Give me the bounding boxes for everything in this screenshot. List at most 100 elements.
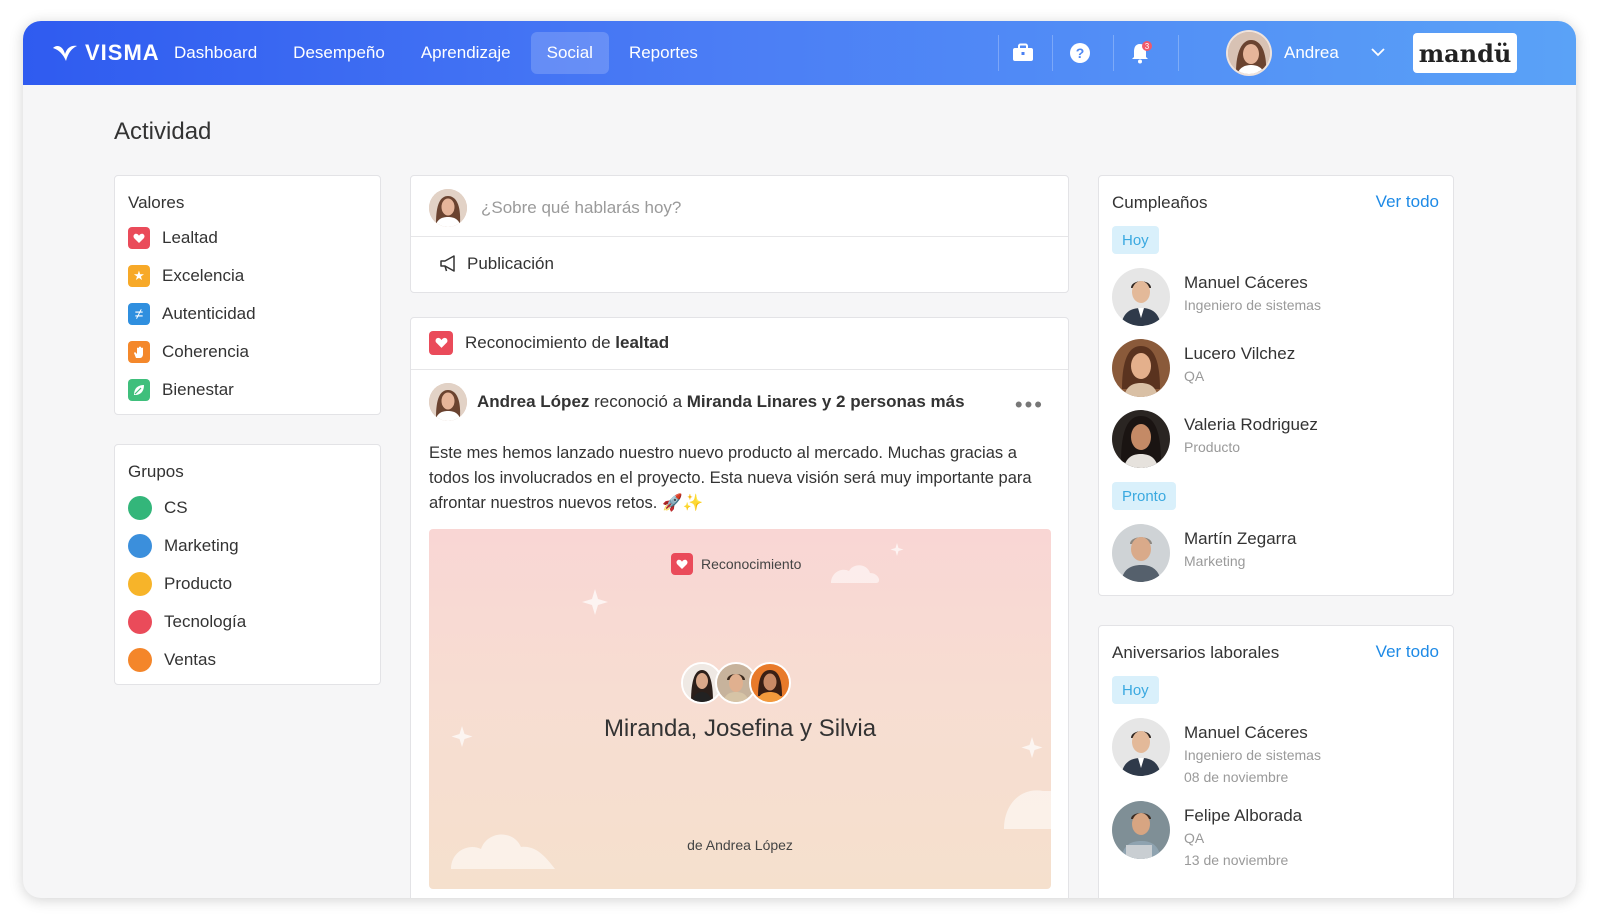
visma-logo[interactable]: VISMA: [51, 40, 160, 66]
recognition-recipients: Miranda, Josefina y Silvia: [603, 715, 877, 742]
nav-reportes[interactable]: Reportes: [613, 32, 714, 74]
notifications-button[interactable]: 3: [1117, 32, 1165, 74]
decor-clouds-sparkles: [451, 543, 1051, 869]
publicacion-label: Publicación: [467, 254, 554, 273]
grupos-title: Grupos: [128, 462, 184, 481]
group-dot-icon: [128, 610, 152, 634]
avatar: [1112, 718, 1170, 776]
nav-divider: [1178, 35, 1179, 71]
recipients-avatars[interactable]: [681, 662, 791, 704]
person-role: Marketing: [1184, 553, 1246, 569]
notification-count: 3: [1145, 42, 1150, 51]
user-avatar: [1226, 30, 1272, 76]
nav-dashboard[interactable]: Dashboard: [158, 32, 273, 74]
divider: [411, 236, 1068, 237]
cumpleanos-title: Cumpleaños: [1112, 193, 1208, 212]
briefcase-icon: [1013, 43, 1033, 61]
recognition-post: Reconocimiento de lealtad Andrea López r…: [410, 317, 1069, 898]
group-dot-icon: [128, 648, 152, 672]
leaf-icon: [128, 379, 150, 401]
grupo-producto[interactable]: Producto: [128, 572, 232, 596]
composer-avatar: [429, 189, 467, 227]
aniversarios-card: Aniversarios laborales Ver todo Hoy Manu…: [1098, 625, 1454, 898]
briefcase-button[interactable]: [999, 32, 1047, 74]
user-menu[interactable]: Andrea: [1226, 30, 1339, 76]
group-dot-icon: [128, 496, 152, 520]
recognition-from: de Andrea López: [687, 837, 793, 853]
more-options-icon[interactable]: •••: [1015, 392, 1044, 418]
grupo-ventas[interactable]: Ventas: [128, 648, 216, 672]
help-icon: ?: [1070, 43, 1090, 63]
nav-aprendizaje[interactable]: Aprendizaje: [405, 32, 527, 74]
pronto-badge: Pronto: [1112, 482, 1177, 510]
main-nav: Dashboard Desempeño Aprendizaje Social R…: [158, 32, 718, 74]
recognition-tag-label: Reconocimiento: [701, 556, 802, 572]
post-verb: reconoció a: [594, 392, 683, 411]
svg-text:?: ?: [1076, 45, 1085, 61]
partner-logo: mandü: [1413, 33, 1517, 73]
nav-social[interactable]: Social: [530, 32, 609, 74]
grupo-label: Tecnología: [164, 612, 247, 631]
post-author-name[interactable]: Andrea López: [477, 392, 589, 411]
grupo-marketing[interactable]: Marketing: [128, 534, 239, 558]
publicacion-button[interactable]: Publicación: [439, 254, 554, 274]
top-navbar: VISMA Dashboard Desempeño Aprendizaje So…: [23, 21, 1576, 85]
divider: [411, 369, 1068, 370]
person-role: Ingeniero de sistemas: [1184, 297, 1321, 313]
person-item[interactable]: Felipe Alborada QA 13 de noviembre: [1112, 801, 1302, 871]
nav-desempeno[interactable]: Desempeño: [277, 32, 401, 74]
nav-divider: [1113, 35, 1114, 71]
person-item[interactable]: Martín Zegarra Marketing: [1112, 524, 1296, 582]
valor-label: Autenticidad: [162, 304, 256, 323]
person-item[interactable]: Manuel Cáceres Ingeniero de sistemas 08 …: [1112, 718, 1321, 788]
grupo-label: Producto: [164, 574, 233, 593]
valores-card: Valores Lealtad ★ Excelencia ≠ Autentici…: [114, 175, 381, 415]
aniversarios-see-all-link[interactable]: Ver todo: [1376, 642, 1439, 662]
valor-label: Coherencia: [162, 342, 249, 361]
avatar: [1112, 339, 1170, 397]
valor-autenticidad[interactable]: ≠ Autenticidad: [128, 303, 256, 325]
nav-divider: [1052, 35, 1053, 71]
hoy-badge: Hoy: [1112, 676, 1159, 704]
post-composer: ¿Sobre qué hablarás hoy? Publicación: [410, 175, 1069, 293]
hoy-badge: Hoy: [1112, 226, 1159, 254]
grupo-cs[interactable]: CS: [128, 496, 188, 520]
valor-excelencia[interactable]: ★ Excelencia: [128, 265, 244, 287]
group-dot-icon: [128, 534, 152, 558]
hand-icon: [128, 341, 150, 363]
grupo-tecnologia[interactable]: Tecnología: [128, 610, 246, 634]
user-name: Andrea: [1284, 43, 1339, 62]
valores-title: Valores: [128, 193, 185, 212]
post-header-prefix: Reconocimiento de: [465, 333, 611, 352]
valor-coherencia[interactable]: Coherencia: [128, 341, 249, 363]
person-date: 13 de noviembre: [1184, 852, 1289, 868]
person-item[interactable]: Manuel Cáceres Ingeniero de sistemas: [1112, 268, 1321, 326]
valor-bienestar[interactable]: Bienestar: [128, 379, 234, 401]
chevron-down-icon[interactable]: [1371, 47, 1385, 57]
person-item[interactable]: Valeria Rodriguez Producto: [1112, 410, 1318, 468]
page-title: Actividad: [114, 118, 212, 145]
avatar: [749, 662, 791, 704]
valor-label: Lealtad: [162, 228, 218, 247]
grupo-label: Ventas: [164, 650, 216, 669]
heart-icon: [429, 331, 453, 355]
person-role: QA: [1184, 368, 1205, 384]
app-window: VISMA Dashboard Desempeño Aprendizaje So…: [23, 21, 1576, 898]
recognition-card: Reconocimiento Miranda, Josefina y Silvi…: [429, 529, 1051, 889]
person-name: Valeria Rodriguez: [1184, 415, 1318, 434]
person-name: Martín Zegarra: [1184, 529, 1297, 548]
post-recipients[interactable]: Miranda Linares y 2 personas más: [687, 392, 965, 411]
not-equal-icon: ≠: [128, 303, 150, 325]
avatar: [1112, 801, 1170, 859]
star-icon: ★: [128, 265, 150, 287]
help-button[interactable]: ?: [1056, 32, 1104, 74]
avatar: [1112, 524, 1170, 582]
author-avatar[interactable]: [429, 383, 467, 421]
person-name: Manuel Cáceres: [1184, 723, 1308, 742]
cumpleanos-see-all-link[interactable]: Ver todo: [1376, 192, 1439, 212]
person-name: Felipe Alborada: [1184, 806, 1303, 825]
valor-lealtad[interactable]: Lealtad: [128, 227, 218, 249]
person-item[interactable]: Lucero Vilchez QA: [1112, 339, 1295, 397]
person-date: 08 de noviembre: [1184, 769, 1289, 785]
post-input[interactable]: ¿Sobre qué hablarás hoy?: [481, 198, 681, 218]
